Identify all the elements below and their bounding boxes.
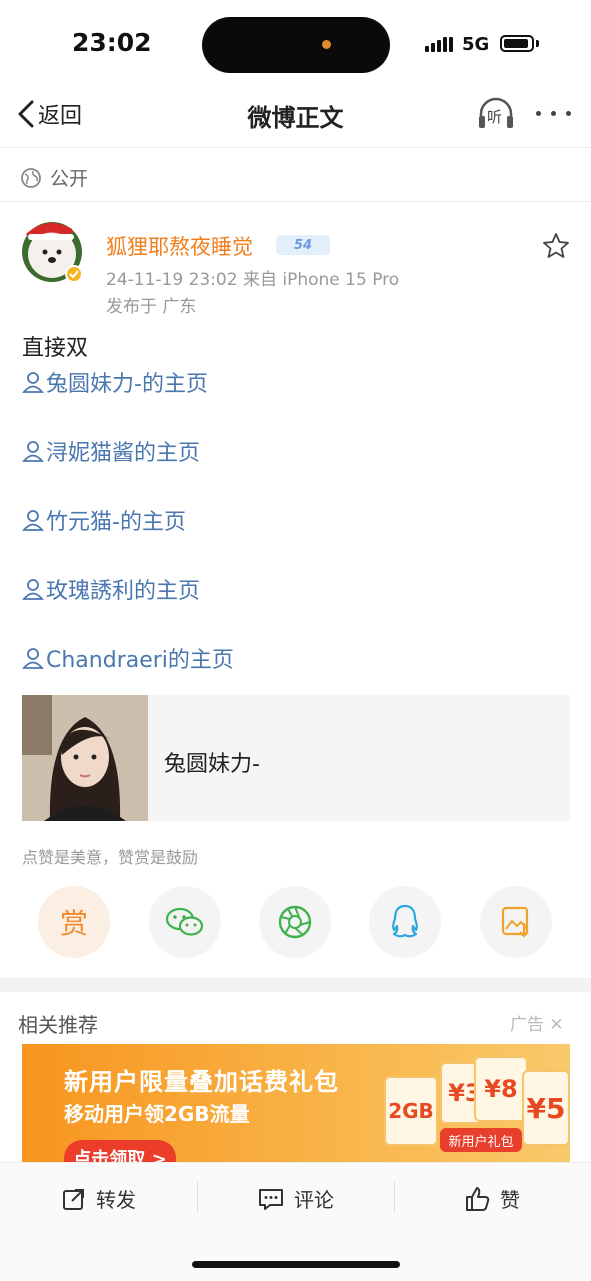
nav-divider <box>0 147 591 148</box>
user-icon <box>22 441 44 462</box>
section-gap <box>0 978 591 992</box>
profile-card-image <box>22 695 148 821</box>
mention-link[interactable]: 兔圆妹力-的主页 <box>22 366 208 398</box>
ad-banner[interactable]: 新用户限量叠加话费礼包 移动用户领2GB流量 点击领取 > 2GB ¥3 ¥8 … <box>22 1044 570 1162</box>
share-qq-button[interactable] <box>369 886 441 958</box>
like-label: 赞 <box>500 1188 520 1212</box>
recommend-title: 相关推荐 <box>18 1013 98 1037</box>
action-divider <box>197 1182 198 1212</box>
mention-link[interactable]: 竹元猫-的主页 <box>22 504 186 536</box>
comment-button[interactable]: 评论 <box>258 1184 334 1213</box>
banner-subtitle: 移动用户领2GB流量 <box>64 1102 250 1126</box>
mention-label: 玫瑰誘利的主页 <box>46 579 201 604</box>
level-badge: 54 <box>276 235 330 255</box>
post-timestamp-source: 24-11-19 23:02 来自 iPhone 15 Pro <box>106 270 400 290</box>
avatar[interactable] <box>18 212 88 284</box>
battery-icon <box>500 35 534 52</box>
gift-pack-label: 新用户礼包 <box>440 1128 522 1152</box>
listen-button[interactable]: 听 <box>476 96 516 132</box>
thumbs-up-icon <box>466 1186 490 1211</box>
visibility-label: 公开 <box>50 168 89 190</box>
status-time: 23:02 <box>72 28 152 57</box>
chevron-left-icon <box>18 100 34 128</box>
action-divider <box>394 1182 395 1212</box>
post-location: 发布于 广东 <box>106 297 197 317</box>
comment-label: 评论 <box>294 1188 334 1212</box>
share-moments-button[interactable] <box>259 886 331 958</box>
reward-label: 赏 <box>59 907 88 940</box>
user-icon <box>22 510 44 531</box>
visibility-row: 公开 <box>20 164 88 191</box>
section-divider <box>0 201 591 202</box>
mention-label: Chandraeri的主页 <box>46 648 234 673</box>
repost-label: 转发 <box>96 1188 136 1212</box>
back-button[interactable]: 返回 <box>16 98 82 130</box>
coupon-2gb: 2GB <box>384 1076 438 1146</box>
mention-link[interactable]: 浔妮猫酱的主页 <box>22 435 200 467</box>
mention-label: 竹元猫-的主页 <box>46 510 186 535</box>
coupon-5: ¥5 <box>522 1070 570 1146</box>
profile-card-title: 兔圆妹力- <box>164 752 260 777</box>
camera-shutter-icon <box>278 905 312 939</box>
ad-close-button[interactable]: 广告 ✕ <box>510 1010 564 1035</box>
wechat-icon <box>165 907 204 936</box>
network-type: 5G <box>462 34 490 55</box>
user-icon <box>22 579 44 600</box>
mention-label: 兔圆妹力-的主页 <box>46 372 208 397</box>
close-icon: ✕ <box>549 1015 564 1035</box>
qq-icon <box>392 904 418 938</box>
coupon-8: ¥8 <box>474 1056 528 1122</box>
battery-cap <box>536 40 539 47</box>
share-wechat-button[interactable] <box>149 886 221 958</box>
home-indicator <box>192 1261 400 1268</box>
user-icon <box>22 648 44 669</box>
save-image-button[interactable] <box>480 886 552 958</box>
repost-icon <box>63 1188 84 1210</box>
more-options-icon[interactable] <box>536 111 572 117</box>
profile-card[interactable]: 兔圆妹力- <box>22 695 570 821</box>
level-value: 54 <box>293 237 313 253</box>
like-button[interactable]: 赞 <box>464 1184 520 1213</box>
image-download-icon <box>501 906 529 938</box>
signal-icon <box>425 36 455 52</box>
recording-indicator <box>322 40 331 49</box>
banner-headline: 新用户限量叠加话费礼包 <box>64 1068 339 1096</box>
repost-button[interactable]: 转发 <box>62 1184 136 1213</box>
reward-button[interactable]: 赏 <box>38 886 110 958</box>
star-icon[interactable] <box>542 232 570 260</box>
username[interactable]: 狐狸耶熬夜睡觉 <box>106 231 253 261</box>
back-label: 返回 <box>38 104 83 129</box>
globe-icon <box>21 167 41 188</box>
ad-label: 广告 <box>510 1015 544 1035</box>
banner-cta-button[interactable]: 点击领取 > <box>64 1140 176 1162</box>
mention-link[interactable]: 玫瑰誘利的主页 <box>22 573 200 605</box>
listen-label: 听 <box>487 108 503 126</box>
user-icon <box>22 372 44 393</box>
mention-link[interactable]: Chandraeri的主页 <box>22 642 234 674</box>
mention-label: 浔妮猫酱的主页 <box>46 441 201 466</box>
dynamic-island <box>202 17 390 73</box>
post-text: 直接双 <box>22 336 89 361</box>
reward-tip: 点赞是美意，赞赏是鼓励 <box>22 848 199 867</box>
comment-icon <box>259 1188 283 1210</box>
